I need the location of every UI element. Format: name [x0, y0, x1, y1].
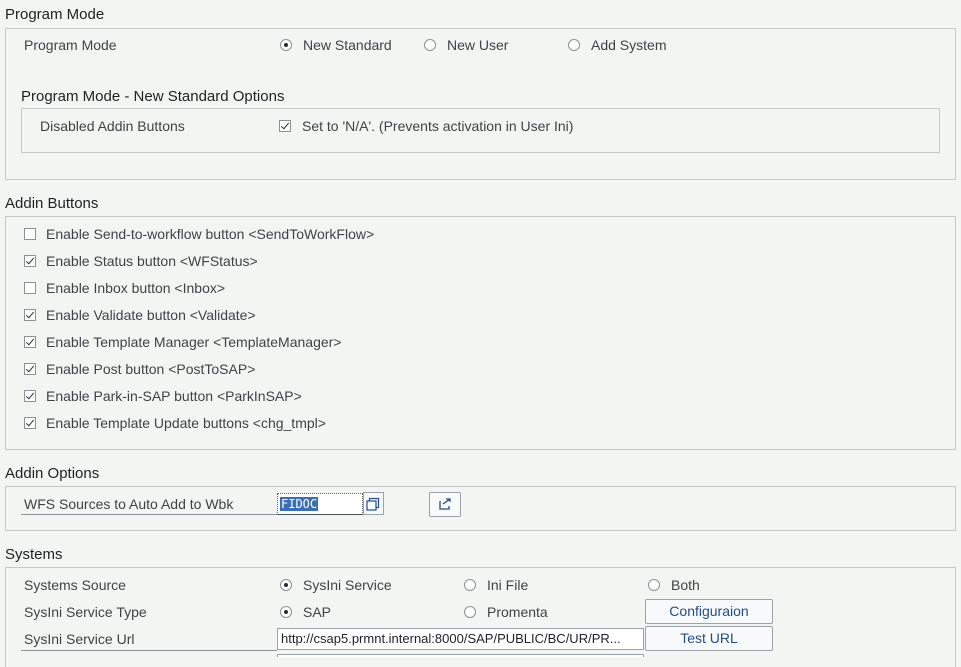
sysini-service-type-label: SysIni Service Type	[24, 604, 147, 620]
set-na-checkbox[interactable]	[279, 120, 291, 132]
radio-sysini-service-label[interactable]: SysIni Service	[303, 577, 392, 593]
addin-buttons-title: Addin Buttons	[5, 195, 99, 212]
wfs-sources-label-underline	[21, 514, 277, 515]
systems-source-label: Systems Source	[24, 577, 126, 593]
addin-options-title: Addin Options	[5, 465, 100, 482]
program-mode-title: Program Mode	[5, 6, 105, 23]
set-na-checkbox-label[interactable]: Set to 'N/A'. (Prevents activation in Us…	[302, 118, 573, 134]
radio-ini-file-label[interactable]: Ini File	[487, 577, 528, 593]
wfs-sources-input[interactable]: FIDOC	[277, 493, 363, 515]
checkbox-validate[interactable]	[24, 309, 36, 321]
value-help-button[interactable]	[363, 492, 384, 515]
checkbox-template-manager[interactable]	[24, 336, 36, 348]
radio-promenta[interactable]	[464, 606, 476, 618]
systems-panel	[5, 567, 956, 667]
radio-ini-file[interactable]	[464, 579, 476, 591]
radio-new-user[interactable]	[424, 39, 436, 51]
radio-new-user-label[interactable]: New User	[447, 37, 508, 53]
open-external-button[interactable]	[429, 492, 461, 517]
checkbox-post[interactable]	[24, 363, 36, 375]
checkbox-post-label[interactable]: Enable Post button <PostToSAP>	[46, 361, 255, 377]
checkbox-inbox-label[interactable]: Enable Inbox button <Inbox>	[46, 280, 225, 296]
new-standard-options-title: Program Mode - New Standard Options	[21, 88, 285, 105]
checkbox-status-label[interactable]: Enable Status button <WFStatus>	[46, 253, 258, 269]
radio-promenta-label[interactable]: Promenta	[487, 604, 548, 620]
sysini-service-url-input[interactable]: http://csap5.prmnt.internal:8000/SAP/PUB…	[277, 628, 644, 650]
checkbox-template-manager-label[interactable]: Enable Template Manager <TemplateManager…	[46, 334, 341, 350]
radio-both[interactable]	[648, 579, 660, 591]
sysini-service-url-label: SysIni Service Url	[24, 631, 135, 647]
wfs-sources-label: WFS Sources to Auto Add to Wbk	[24, 496, 234, 512]
checkbox-status[interactable]	[24, 255, 36, 267]
checkbox-template-update-label[interactable]: Enable Template Update buttons <chg_tmpl…	[46, 415, 326, 431]
radio-new-standard[interactable]	[280, 39, 292, 51]
open-external-icon	[439, 498, 451, 510]
checkbox-park-in-sap-label[interactable]: Enable Park-in-SAP button <ParkInSAP>	[46, 388, 302, 404]
radio-sap-label[interactable]: SAP	[303, 604, 331, 620]
radio-both-label[interactable]: Both	[671, 577, 700, 593]
url-label-underline	[21, 650, 277, 651]
radio-sap[interactable]	[280, 606, 292, 618]
systems-title: Systems	[5, 546, 63, 563]
radio-add-system-label[interactable]: Add System	[591, 37, 666, 53]
checkbox-park-in-sap[interactable]	[24, 390, 36, 402]
checkbox-inbox[interactable]	[24, 282, 36, 294]
radio-sysini-service[interactable]	[280, 579, 292, 591]
checkbox-validate-label[interactable]: Enable Validate button <Validate>	[46, 307, 256, 323]
program-mode-label: Program Mode	[24, 37, 117, 53]
test-url-button[interactable]: Test URL	[645, 626, 773, 651]
disabled-addin-label: Disabled Addin Buttons	[40, 118, 185, 134]
value-help-icon	[366, 497, 380, 511]
checkbox-send-to-workflow[interactable]	[24, 228, 36, 240]
radio-add-system[interactable]	[568, 39, 580, 51]
radio-new-standard-label[interactable]: New Standard	[303, 37, 392, 53]
checkbox-template-update[interactable]	[24, 417, 36, 429]
configuration-button[interactable]: Configuraion	[645, 599, 773, 624]
wfs-sources-value[interactable]: FIDOC	[280, 497, 319, 511]
checkbox-send-to-workflow-label[interactable]: Enable Send-to-workflow button <SendToWo…	[46, 226, 374, 242]
